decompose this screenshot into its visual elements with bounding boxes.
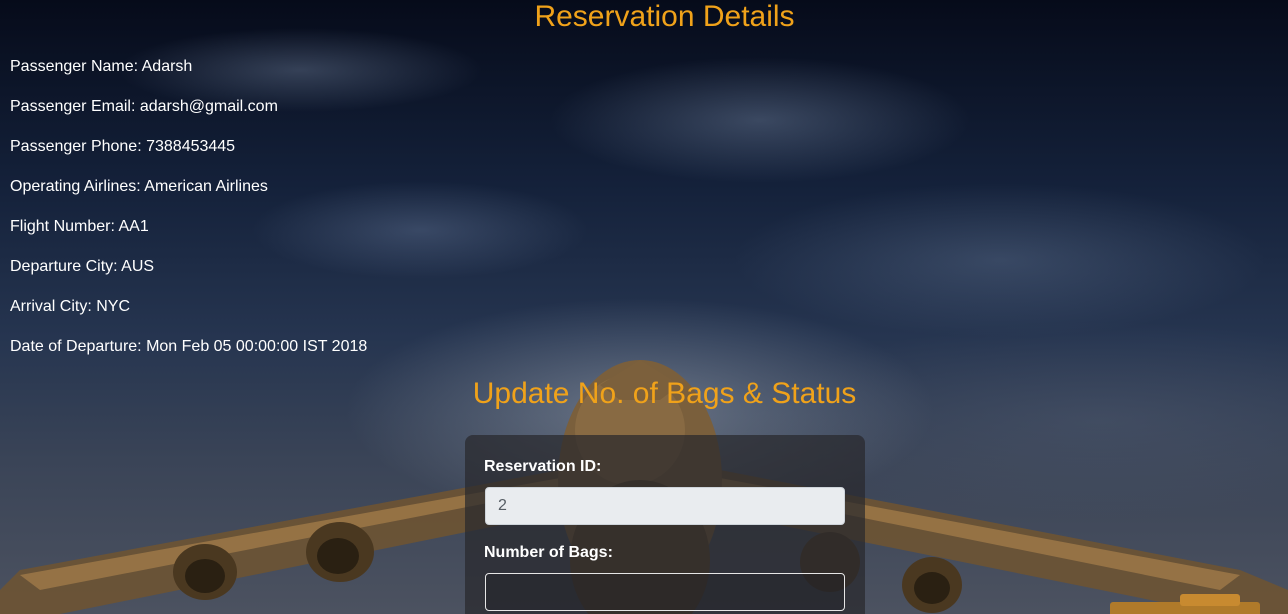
date-of-departure-text: Date of Departure: Mon Feb 05 00:00:00 I… — [10, 338, 368, 355]
page-title: Reservation Details — [534, 0, 795, 33]
reservation-details-list: Passenger Name: Adarsh Passenger Email: … — [10, 58, 367, 378]
operating-airlines-text: Operating Airlines: American Airlines — [10, 178, 268, 195]
flight-number-text: Flight Number: AA1 — [10, 218, 149, 235]
passenger-name-text: Passenger Name: Adarsh — [10, 58, 193, 75]
passenger-email-text: Passenger Email: adarsh@gmail.com — [10, 98, 278, 115]
number-of-bags-input[interactable] — [485, 573, 845, 611]
reservation-id-input[interactable] — [485, 487, 845, 525]
update-section-title: Update No. of Bags & Status — [472, 377, 857, 410]
departure-city-text: Departure City: AUS — [10, 258, 155, 275]
arrival-city-text: Arrival City: NYC — [10, 298, 131, 315]
passenger-phone-text: Passenger Phone: 7388453445 — [10, 138, 236, 155]
number-of-bags-label: Number of Bags: — [484, 544, 613, 561]
reservation-id-label: Reservation ID: — [484, 458, 602, 475]
update-form-panel: Reservation ID: Number of Bags: — [465, 435, 865, 614]
